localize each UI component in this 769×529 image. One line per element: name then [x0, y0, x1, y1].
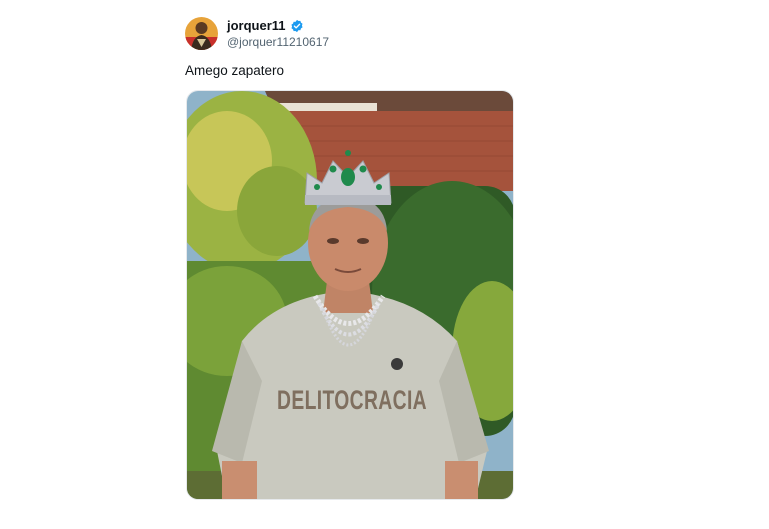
- author-handle[interactable]: @jorquer11210617: [227, 35, 329, 49]
- tweet-card[interactable]: jorquer11 @jorquer11210617 Amego zapater…: [174, 0, 526, 529]
- display-name[interactable]: jorquer11: [227, 18, 286, 34]
- avatar-image-icon: [185, 17, 218, 50]
- tweet-text: Amego zapatero: [185, 63, 285, 78]
- author-name-row[interactable]: jorquer11: [227, 18, 304, 34]
- shirt-text: DELITOCRACIA: [277, 385, 427, 415]
- verified-badge-icon: [290, 19, 304, 33]
- avatar[interactable]: [185, 17, 218, 50]
- tweet-media-photo[interactable]: DELITOCRACIA: [186, 90, 514, 500]
- photo-man-with-crown-icon: DELITOCRACIA: [187, 91, 513, 499]
